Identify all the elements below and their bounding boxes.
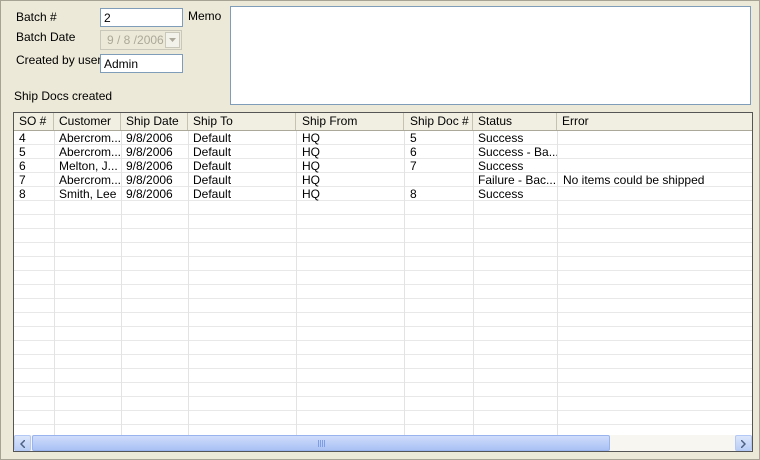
cell-ship-to: Default bbox=[193, 187, 232, 201]
cell-ship-date: 9/8/2006 bbox=[126, 145, 173, 159]
scroll-thumb[interactable] bbox=[32, 435, 610, 451]
cell-ship-doc: 5 bbox=[410, 131, 417, 145]
arrow-right-icon bbox=[741, 440, 746, 448]
scroll-right-button[interactable] bbox=[735, 435, 752, 451]
cell-ship-to: Default bbox=[193, 173, 232, 187]
cell-so: 7 bbox=[19, 173, 26, 187]
table-row[interactable]: 8 Smith, Lee 9/8/2006 Default HQ 8 Success bbox=[14, 187, 752, 201]
cell-ship-to: Default bbox=[193, 131, 232, 145]
scroll-left-button[interactable] bbox=[14, 435, 31, 451]
cell-ship-doc: 7 bbox=[410, 159, 417, 173]
cell-error bbox=[557, 145, 752, 159]
table-row[interactable]: 4 Abercrom... 9/8/2006 Default HQ 5 Success bbox=[14, 131, 752, 145]
cell-ship-date: 9/8/2006 bbox=[126, 159, 173, 173]
cell-customer: Melton, J... bbox=[59, 159, 118, 173]
cell-ship-to: Default bbox=[193, 145, 232, 159]
cell-ship-to: Default bbox=[193, 159, 232, 173]
cell-so: 6 bbox=[19, 159, 26, 173]
table-row[interactable]: 6 Melton, J... 9/8/2006 Default HQ 7 Success bbox=[14, 159, 752, 173]
chevron-down-icon bbox=[169, 38, 176, 42]
cell-ship-from: HQ bbox=[302, 131, 320, 145]
cell-error bbox=[557, 187, 752, 201]
cell-ship-date: 9/8/2006 bbox=[126, 131, 173, 145]
ship-docs-created-label: Ship Docs created bbox=[14, 89, 113, 103]
memo-label: Memo bbox=[188, 9, 222, 23]
batch-number-input[interactable] bbox=[100, 8, 183, 27]
memo-textarea[interactable] bbox=[230, 6, 751, 105]
batch-number-label: Batch # bbox=[16, 10, 57, 24]
table-row[interactable]: 7 Abercrom... 9/8/2006 Default HQ Failure - B… bbox=[14, 173, 752, 187]
cell-ship-date: 9/8/2006 bbox=[126, 173, 173, 187]
cell-status: Success bbox=[478, 187, 524, 201]
cell-ship-from: HQ bbox=[302, 159, 320, 173]
cell-error: No items could be shipped bbox=[563, 173, 705, 187]
cell-status: Success bbox=[478, 159, 524, 173]
cell-customer: Abercrom... bbox=[59, 145, 121, 159]
batch-date-picker[interactable]: 9 / 8 /2006 bbox=[100, 30, 182, 50]
column-header-ship-to[interactable]: Ship To bbox=[188, 113, 296, 130]
cell-customer: Abercrom... bbox=[59, 173, 121, 187]
cell-ship-from: HQ bbox=[302, 145, 320, 159]
cell-customer: Abercrom... bbox=[59, 131, 121, 145]
created-by-label: Created by user bbox=[16, 53, 102, 67]
horizontal-scrollbar[interactable] bbox=[14, 435, 752, 451]
batch-date-dropdown-button[interactable] bbox=[165, 32, 180, 48]
cell-so: 8 bbox=[19, 187, 26, 201]
cell-ship-from: HQ bbox=[302, 173, 320, 187]
cell-customer: Smith, Lee bbox=[59, 187, 117, 201]
scroll-grip bbox=[318, 440, 326, 447]
cell-status: Failure - Bac... bbox=[478, 173, 557, 187]
arrow-left-icon bbox=[20, 440, 25, 448]
column-header-ship-doc[interactable]: Ship Doc # bbox=[404, 113, 473, 130]
ship-docs-grid: SO # Customer Ship Date Ship To Ship Fro… bbox=[13, 112, 753, 452]
batch-date-label: Batch Date bbox=[16, 30, 76, 44]
cell-ship-date: 9/8/2006 bbox=[126, 187, 173, 201]
cell-so: 4 bbox=[19, 131, 26, 145]
table-row[interactable]: 5 Abercrom... 9/8/2006 Default HQ 6 Success - … bbox=[14, 145, 752, 159]
cell-error bbox=[557, 131, 752, 145]
batch-date-value: 9 / 8 /2006 bbox=[107, 33, 164, 47]
cell-so: 5 bbox=[19, 145, 26, 159]
column-header-so[interactable]: SO # bbox=[14, 113, 54, 130]
cell-ship-doc: 6 bbox=[410, 145, 417, 159]
grid-header: SO # Customer Ship Date Ship To Ship Fro… bbox=[14, 113, 752, 131]
column-header-error[interactable]: Error bbox=[557, 113, 752, 130]
cell-status: Success - Ba... bbox=[478, 145, 557, 159]
cell-ship-doc: 8 bbox=[410, 187, 417, 201]
cell-error bbox=[557, 159, 752, 173]
column-header-ship-from[interactable]: Ship From bbox=[296, 113, 404, 130]
cell-ship-doc bbox=[404, 173, 473, 187]
column-header-status[interactable]: Status bbox=[473, 113, 557, 130]
column-header-ship-date[interactable]: Ship Date bbox=[121, 113, 188, 130]
column-header-customer[interactable]: Customer bbox=[54, 113, 121, 130]
created-by-input[interactable] bbox=[100, 54, 183, 73]
cell-status: Success bbox=[478, 131, 524, 145]
cell-ship-from: HQ bbox=[302, 187, 320, 201]
